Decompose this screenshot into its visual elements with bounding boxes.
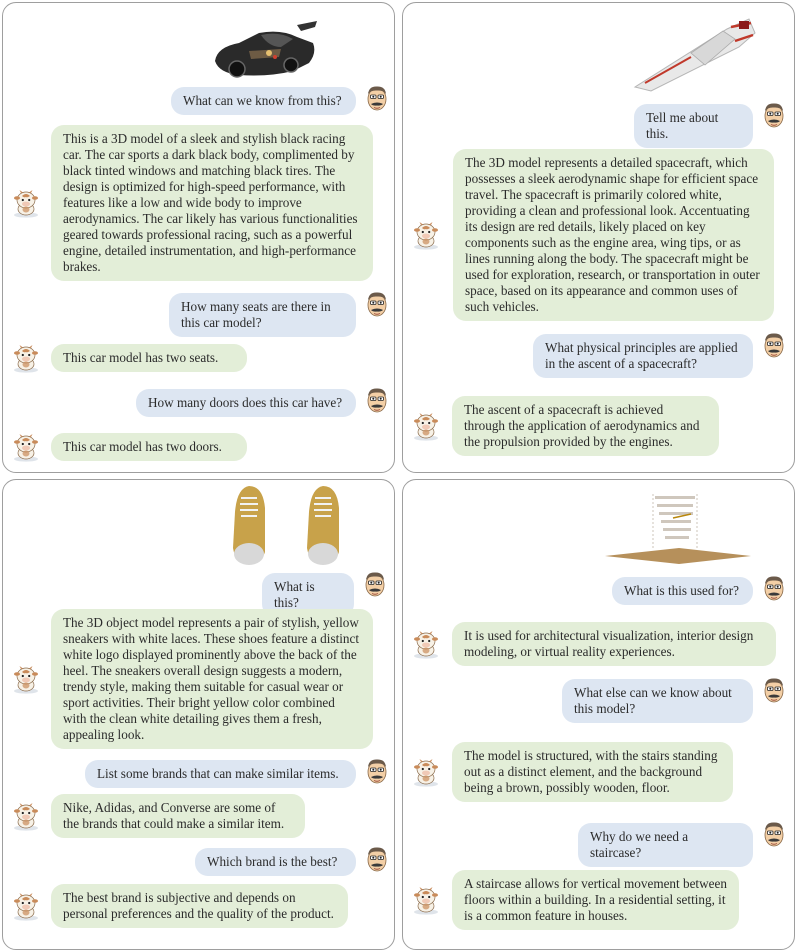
spacecraft-model-image: [633, 18, 756, 92]
user-message-bubble: What can we know from this?: [171, 87, 356, 115]
assistant-message-bubble: The best brand is subjective and depends…: [51, 884, 348, 928]
user-message-bubble: Tell me about this.: [634, 104, 753, 148]
man-face-icon: [362, 385, 392, 415]
chat-panel-sneakers: What is this? The 3D object model represe…: [2, 479, 395, 950]
cow-mascot-icon: [11, 432, 41, 462]
assistant-message-bubble: It is used for architectural visualizati…: [452, 622, 776, 666]
assistant-message-bubble: The 3D object model represents a pair of…: [51, 609, 373, 749]
man-face-icon: [360, 569, 390, 599]
sneakers-model-image: [233, 486, 339, 565]
man-face-icon: [362, 289, 392, 319]
man-face-icon: [362, 83, 392, 113]
man-face-icon: [362, 844, 392, 874]
cow-mascot-icon: [11, 891, 41, 921]
cow-mascot-icon: [411, 757, 441, 787]
user-message-bubble: What else can we know about this model?: [562, 679, 753, 723]
man-face-icon: [759, 675, 789, 705]
chat-panel-staircase: What is this used for? It is used for arc…: [402, 479, 795, 950]
racing-car-model-image: [215, 21, 317, 78]
man-face-icon: [759, 819, 789, 849]
man-face-icon: [759, 330, 789, 360]
assistant-message-bubble: A staircase allows for vertical movement…: [452, 870, 739, 930]
assistant-message-bubble: The 3D model represents a detailed space…: [453, 149, 774, 321]
user-message-bubble: What physical principles are applied in …: [533, 334, 753, 378]
user-message-bubble: How many doors does this car have?: [136, 389, 356, 417]
assistant-message-bubble: The model is structured, with the stairs…: [452, 742, 733, 802]
cow-mascot-icon: [411, 885, 441, 915]
assistant-message-bubble: Nike, Adidas, and Converse are some of t…: [51, 794, 305, 838]
man-face-icon: [759, 100, 789, 130]
cow-mascot-icon: [411, 411, 441, 441]
chat-panel-spacecraft: Tell me about this. The 3D model represen…: [402, 2, 795, 473]
assistant-message-bubble: This car model has two seats.: [51, 344, 247, 372]
user-message-bubble: How many seats are there in this car mod…: [169, 293, 356, 337]
assistant-message-bubble: This car model has two doors.: [51, 433, 247, 461]
cow-mascot-icon: [411, 629, 441, 659]
user-message-bubble: What is this used for?: [612, 577, 753, 605]
man-face-icon: [362, 756, 392, 786]
staircase-model-image: [605, 494, 751, 564]
assistant-message-bubble: The ascent of a spacecraft is achieved t…: [452, 396, 719, 456]
cow-mascot-icon: [11, 664, 41, 694]
cow-mascot-icon: [11, 188, 41, 218]
cow-mascot-icon: [11, 343, 41, 373]
assistant-message-bubble: This is a 3D model of a sleek and stylis…: [51, 125, 373, 281]
man-face-icon: [759, 573, 789, 603]
user-message-bubble: List some brands that can make similar i…: [85, 760, 356, 788]
user-message-bubble: Why do we need a staircase?: [578, 823, 753, 867]
cow-mascot-icon: [411, 220, 441, 250]
user-message-bubble: Which brand is the best?: [195, 848, 356, 876]
chat-panel-car: What can we know from this? This is a 3D …: [2, 2, 395, 473]
cow-mascot-icon: [11, 801, 41, 831]
